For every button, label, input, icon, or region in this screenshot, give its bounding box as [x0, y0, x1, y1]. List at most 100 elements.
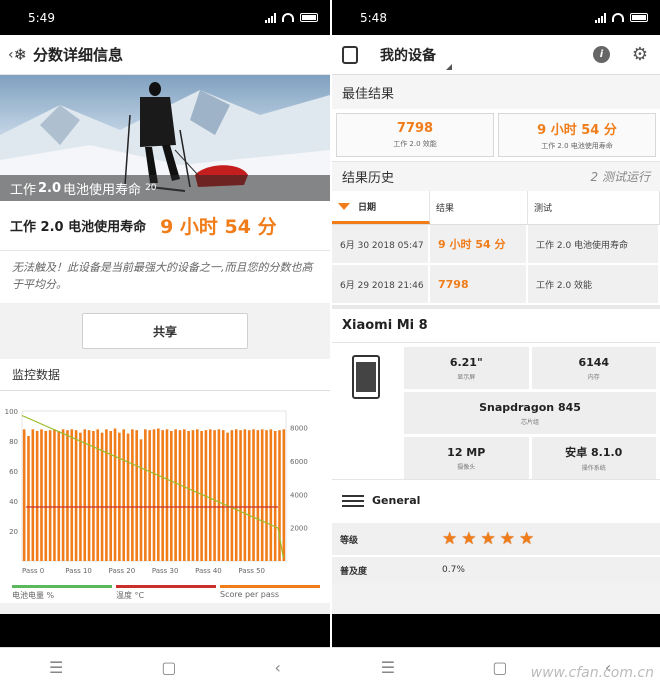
- device-specs: 6.21" 显示屏 6144 内存 Snapdragon 845 芯片组 12 …: [332, 343, 660, 479]
- score-bar: [226, 432, 229, 561]
- score-bar: [256, 430, 260, 561]
- column-test[interactable]: 测试: [528, 191, 660, 224]
- left-tick-label: 20: [9, 528, 18, 536]
- popularity-row: 普及度 0.7%: [332, 555, 660, 583]
- score-bar: [165, 429, 169, 561]
- best-results: 7798 工作 2.0 效能 9 小时 54 分 工作 2.0 电池使用寿命: [332, 109, 660, 161]
- column-date[interactable]: 日期: [332, 191, 430, 224]
- score-bar: [200, 431, 203, 561]
- score-bar: [70, 429, 74, 561]
- left-tick-label: 60: [9, 468, 18, 476]
- spec-screen: 6.21" 显示屏: [404, 347, 529, 389]
- hero-caption: 工作 2.0 电池使用寿命 20: [0, 175, 330, 201]
- best-card-battery[interactable]: 9 小时 54 分 工作 2.0 电池使用寿命: [498, 113, 656, 157]
- snowflake-icon: ❄: [13, 45, 28, 64]
- score-bar: [273, 431, 277, 561]
- status-time: 5:48: [360, 10, 387, 25]
- score-bar: [144, 429, 147, 561]
- back-icon[interactable]: ‹: [275, 658, 281, 677]
- score-bar: [191, 430, 195, 561]
- wifi-icon: [282, 13, 294, 22]
- left-phone-screen: 5:49 ‹ ❄ 分数详细信息 工作 2.0 电池使用寿命 20 工作 2.0 …: [0, 0, 330, 687]
- score-bar: [105, 429, 108, 561]
- menu-icon[interactable]: ☰: [381, 658, 395, 677]
- status-bar: 5:49: [0, 0, 330, 35]
- score-row: 工作 2.0 电池使用寿命 9 小时 54 分: [0, 201, 330, 251]
- score-bar: [57, 431, 61, 561]
- monitor-chart: 100 80 60 40 20 8000 6000 4000 2000 Pass 0 Pass 10…: [0, 391, 330, 603]
- dropdown-corner-icon[interactable]: [446, 64, 452, 70]
- score-bar: [221, 430, 225, 561]
- share-button[interactable]: 共享: [82, 313, 248, 349]
- right-tick-label: 6000: [290, 458, 308, 466]
- score-bar: [100, 432, 104, 561]
- score-bar: [31, 429, 35, 561]
- score-bar: [135, 430, 138, 561]
- star-icon: ★: [461, 528, 477, 549]
- home-icon[interactable]: ▢: [161, 658, 176, 677]
- phone-icon: [352, 355, 380, 399]
- score-bar: [74, 430, 78, 561]
- score-bar: [152, 429, 156, 561]
- table-row[interactable]: 6月 29 2018 21:46 7798 工作 2.0 效能: [332, 265, 660, 305]
- spec-camera: 12 MP 摄像头: [404, 437, 529, 479]
- column-result[interactable]: 结果: [430, 191, 528, 224]
- score-bar: [113, 428, 117, 561]
- score-bar: [230, 430, 234, 561]
- battery-icon: [630, 13, 648, 22]
- score-bar: [178, 430, 182, 561]
- hero-image: 工作 2.0 电池使用寿命 20: [0, 75, 330, 201]
- score-bar: [22, 429, 26, 561]
- score-bar: [195, 429, 199, 561]
- score-description: 无法触及！此设备是当前最强大的设备之一,而且您的分数也高于平均分。: [0, 251, 330, 303]
- score-bar: [139, 439, 143, 561]
- score-bar: [239, 430, 242, 561]
- page-title[interactable]: 我的设备: [380, 45, 436, 65]
- x-tick-label: Pass 10: [65, 567, 92, 575]
- score-bar: [282, 429, 286, 561]
- score-bar: [148, 430, 151, 561]
- spec-os: 安卓 8.1.0 操作系统: [531, 437, 656, 479]
- legend-score: Score per pass: [220, 585, 320, 603]
- general-section[interactable]: General: [332, 479, 660, 521]
- score-bar: [252, 429, 255, 561]
- score-label: 工作 2.0 电池使用寿命: [10, 220, 147, 235]
- battery-icon: [300, 13, 318, 22]
- score-bar: [157, 428, 160, 561]
- x-tick-label: Pass 30: [152, 567, 179, 575]
- spec-memory: 6144 内存: [531, 347, 656, 389]
- score-bar: [126, 433, 130, 561]
- list-icon: [342, 494, 364, 507]
- x-tick-label: Pass 0: [22, 567, 44, 575]
- gear-icon[interactable]: ⚙: [632, 44, 648, 65]
- star-icon: ★: [480, 528, 496, 549]
- score-bar: [66, 430, 69, 561]
- status-bar: 5:48: [332, 0, 660, 35]
- score-value: 9 小时 54 分: [160, 216, 277, 238]
- score-bar: [87, 430, 91, 561]
- score-bar: [92, 431, 95, 561]
- x-tick-label: Pass 50: [238, 567, 265, 575]
- left-tick-label: 40: [9, 498, 18, 506]
- home-icon[interactable]: ▢: [492, 658, 507, 677]
- sort-desc-icon: [338, 202, 350, 210]
- device-name: Xiaomi Mi 8: [332, 305, 660, 343]
- app-header: ‹ ❄ 分数详细信息: [0, 35, 330, 75]
- score-bar: [182, 429, 186, 561]
- info-icon[interactable]: i: [593, 46, 610, 63]
- legend-battery: 电池电量 %: [12, 585, 112, 603]
- score-bar: [40, 429, 43, 561]
- best-card-performance[interactable]: 7798 工作 2.0 效能: [336, 113, 494, 157]
- score-bar: [213, 430, 216, 561]
- score-bar: [122, 429, 126, 561]
- score-bar: [161, 430, 164, 561]
- table-row[interactable]: 6月 30 2018 05:47 9 小时 54 分 工作 2.0 电池使用寿命: [332, 225, 660, 265]
- x-tick-label: Pass 40: [195, 567, 222, 575]
- score-bar: [83, 429, 87, 561]
- best-results-title: 最佳结果: [332, 75, 660, 109]
- signal-icon: [265, 12, 276, 23]
- history-run-count: 2 测试运行: [590, 170, 650, 184]
- history-title: 结果历史: [342, 171, 395, 186]
- score-bar: [61, 429, 65, 561]
- menu-icon[interactable]: ☰: [49, 658, 63, 677]
